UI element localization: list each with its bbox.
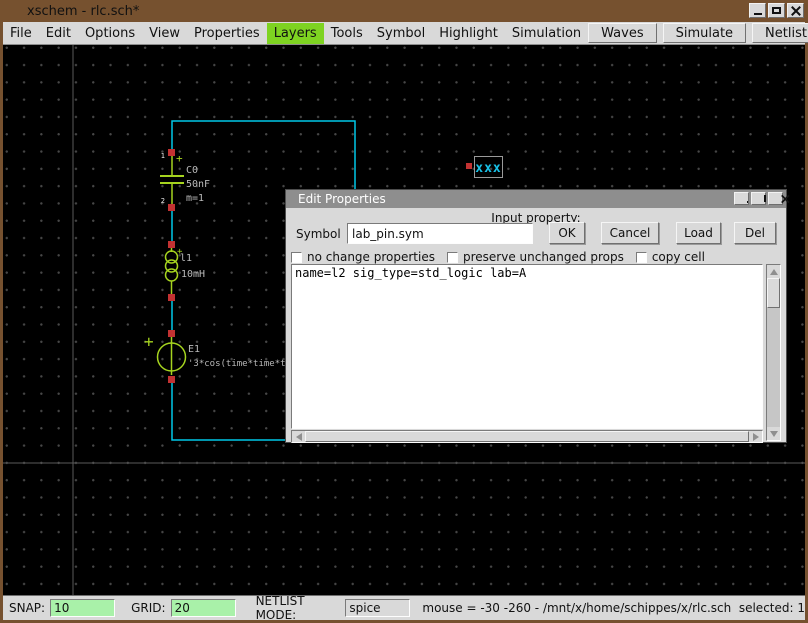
horizontal-scrollbar[interactable] [291, 430, 763, 443]
cap-pin1-number: 1 [161, 152, 165, 160]
arrow-left-icon [296, 433, 302, 441]
edit-properties-dialog: Edit Properties Input property: Symbol O… [285, 189, 787, 443]
minimize-icon [747, 201, 748, 203]
window-title: xschem - rlc.sch* [27, 4, 139, 19]
scroll-down-button[interactable] [767, 427, 780, 440]
netlist-mode-input[interactable] [345, 599, 410, 617]
menu-edit[interactable]: Edit [39, 23, 78, 44]
xschem-window: xschem - rlc.sch* File Edit Options View… [0, 0, 808, 623]
menu-view[interactable]: View [142, 23, 187, 44]
checkbox-box[interactable] [636, 252, 647, 263]
waves-button[interactable]: Waves [588, 23, 656, 43]
cap-ref-label: C0 [186, 165, 198, 176]
mouse-info: mouse = -30 -260 - /mnt/x/home/schippes/… [422, 601, 805, 615]
netlist-button[interactable]: Netlist [752, 23, 808, 43]
minimize-icon [754, 13, 762, 15]
grid-input[interactable] [171, 599, 236, 617]
properties-textarea[interactable]: name=l2 sig_type=std_logic lab=A [291, 264, 763, 429]
scroll-up-button[interactable] [767, 265, 780, 278]
cap-pin1-marker [168, 149, 175, 156]
arrow-down-icon [770, 431, 778, 437]
cap-value-label: 50nF [186, 179, 210, 190]
menu-highlight[interactable]: Highlight [432, 23, 505, 44]
inductor-l1[interactable]: + l1 10mH [166, 241, 206, 301]
load-button[interactable]: Load [676, 222, 721, 244]
netlabel-text: xxx [475, 161, 501, 176]
window-titlebar[interactable]: xschem - rlc.sch* [0, 0, 808, 22]
scroll-left-button[interactable] [292, 431, 305, 442]
checkbox-label: no change properties [307, 250, 435, 264]
snap-input[interactable] [50, 599, 115, 617]
selected-pin-label[interactable]: xxx [466, 157, 503, 178]
checkbox-row: no change properties preserve unchanged … [291, 250, 705, 264]
maximize-button[interactable] [768, 3, 785, 18]
dialog-titlebar[interactable]: Edit Properties [286, 190, 786, 208]
checkbox-box[interactable] [291, 252, 302, 263]
vertical-scroll-trough[interactable] [767, 308, 780, 427]
checkbox-label: copy cell [652, 250, 705, 264]
src-pin1-marker [168, 330, 175, 337]
voltage-source-e1[interactable]: + E1 '3*cos(time*time*time* [144, 330, 307, 383]
close-icon [781, 194, 782, 203]
menu-layers[interactable]: Layers [267, 23, 324, 44]
src-pin2-marker [168, 376, 175, 383]
simulate-button[interactable]: Simulate [663, 23, 746, 43]
menu-symbol[interactable]: Symbol [370, 23, 432, 44]
symbol-label: Symbol [296, 227, 341, 241]
dialog-minimize-button[interactable] [734, 192, 749, 205]
cancel-button[interactable]: Cancel [601, 222, 659, 244]
vertical-scrollbar[interactable] [766, 264, 781, 441]
ind-ref-label: l1 [180, 253, 192, 264]
menu-properties[interactable]: Properties [187, 23, 267, 44]
no-change-properties-checkbox[interactable]: no change properties [291, 250, 435, 264]
vertical-scroll-thumb[interactable] [767, 278, 780, 308]
snap-label: SNAP: [9, 601, 45, 615]
dialog-controls [734, 192, 783, 205]
symbol-input[interactable] [347, 223, 533, 244]
ind-value-label: 10mH [181, 269, 205, 280]
ind-pin2-marker [168, 294, 175, 301]
scroll-right-button[interactable] [749, 431, 762, 442]
cap-mult-label: m=1 [186, 193, 204, 204]
netlabel-pin-marker [466, 163, 472, 169]
netlist-mode-label: NETLIST MODE: [256, 594, 341, 622]
close-icon [791, 6, 801, 16]
menu-file[interactable]: File [3, 23, 39, 44]
maximize-icon [772, 7, 781, 14]
del-button[interactable]: Del [734, 222, 776, 244]
menu-options[interactable]: Options [78, 23, 142, 44]
grid-label: GRID: [131, 601, 165, 615]
preserve-unchanged-props-checkbox[interactable]: preserve unchanged props [447, 250, 624, 264]
ind-pin1-marker [168, 241, 175, 248]
menu-simulation[interactable]: Simulation [505, 23, 588, 44]
src-ref-label: E1 [188, 344, 200, 355]
cap-pin2-marker [168, 204, 175, 211]
cap-plus-mark: + [176, 152, 183, 165]
menubar: File Edit Options View Properties Layers… [3, 22, 805, 45]
statusbar: SNAP: GRID: NETLIST MODE: mouse = -30 -2… [3, 595, 805, 620]
dialog-body: Input property: Symbol OK Cancel Load De… [286, 208, 786, 442]
cap-pin2-number: 2 [161, 197, 165, 205]
dialog-maximize-button[interactable] [751, 192, 766, 205]
minimize-button[interactable] [749, 3, 766, 18]
copy-cell-checkbox[interactable]: copy cell [636, 250, 705, 264]
dialog-title: Edit Properties [298, 192, 386, 206]
horizontal-scroll-thumb[interactable] [305, 431, 749, 442]
menu-tools[interactable]: Tools [324, 23, 370, 44]
maximize-icon [764, 195, 766, 202]
menubar-actions: Waves Simulate Netlist Help [588, 23, 808, 44]
checkbox-box[interactable] [447, 252, 458, 263]
close-button[interactable] [787, 3, 804, 18]
ok-button[interactable]: OK [549, 222, 585, 244]
capacitor-c0[interactable]: 1 2 + C0 50nF m=1 [160, 149, 210, 211]
checkbox-label: preserve unchanged props [463, 250, 624, 264]
dialog-close-button[interactable] [768, 192, 783, 205]
arrow-right-icon [753, 433, 759, 441]
src-plus-mark: + [144, 332, 154, 351]
window-controls [749, 3, 804, 18]
arrow-up-icon [770, 269, 778, 275]
